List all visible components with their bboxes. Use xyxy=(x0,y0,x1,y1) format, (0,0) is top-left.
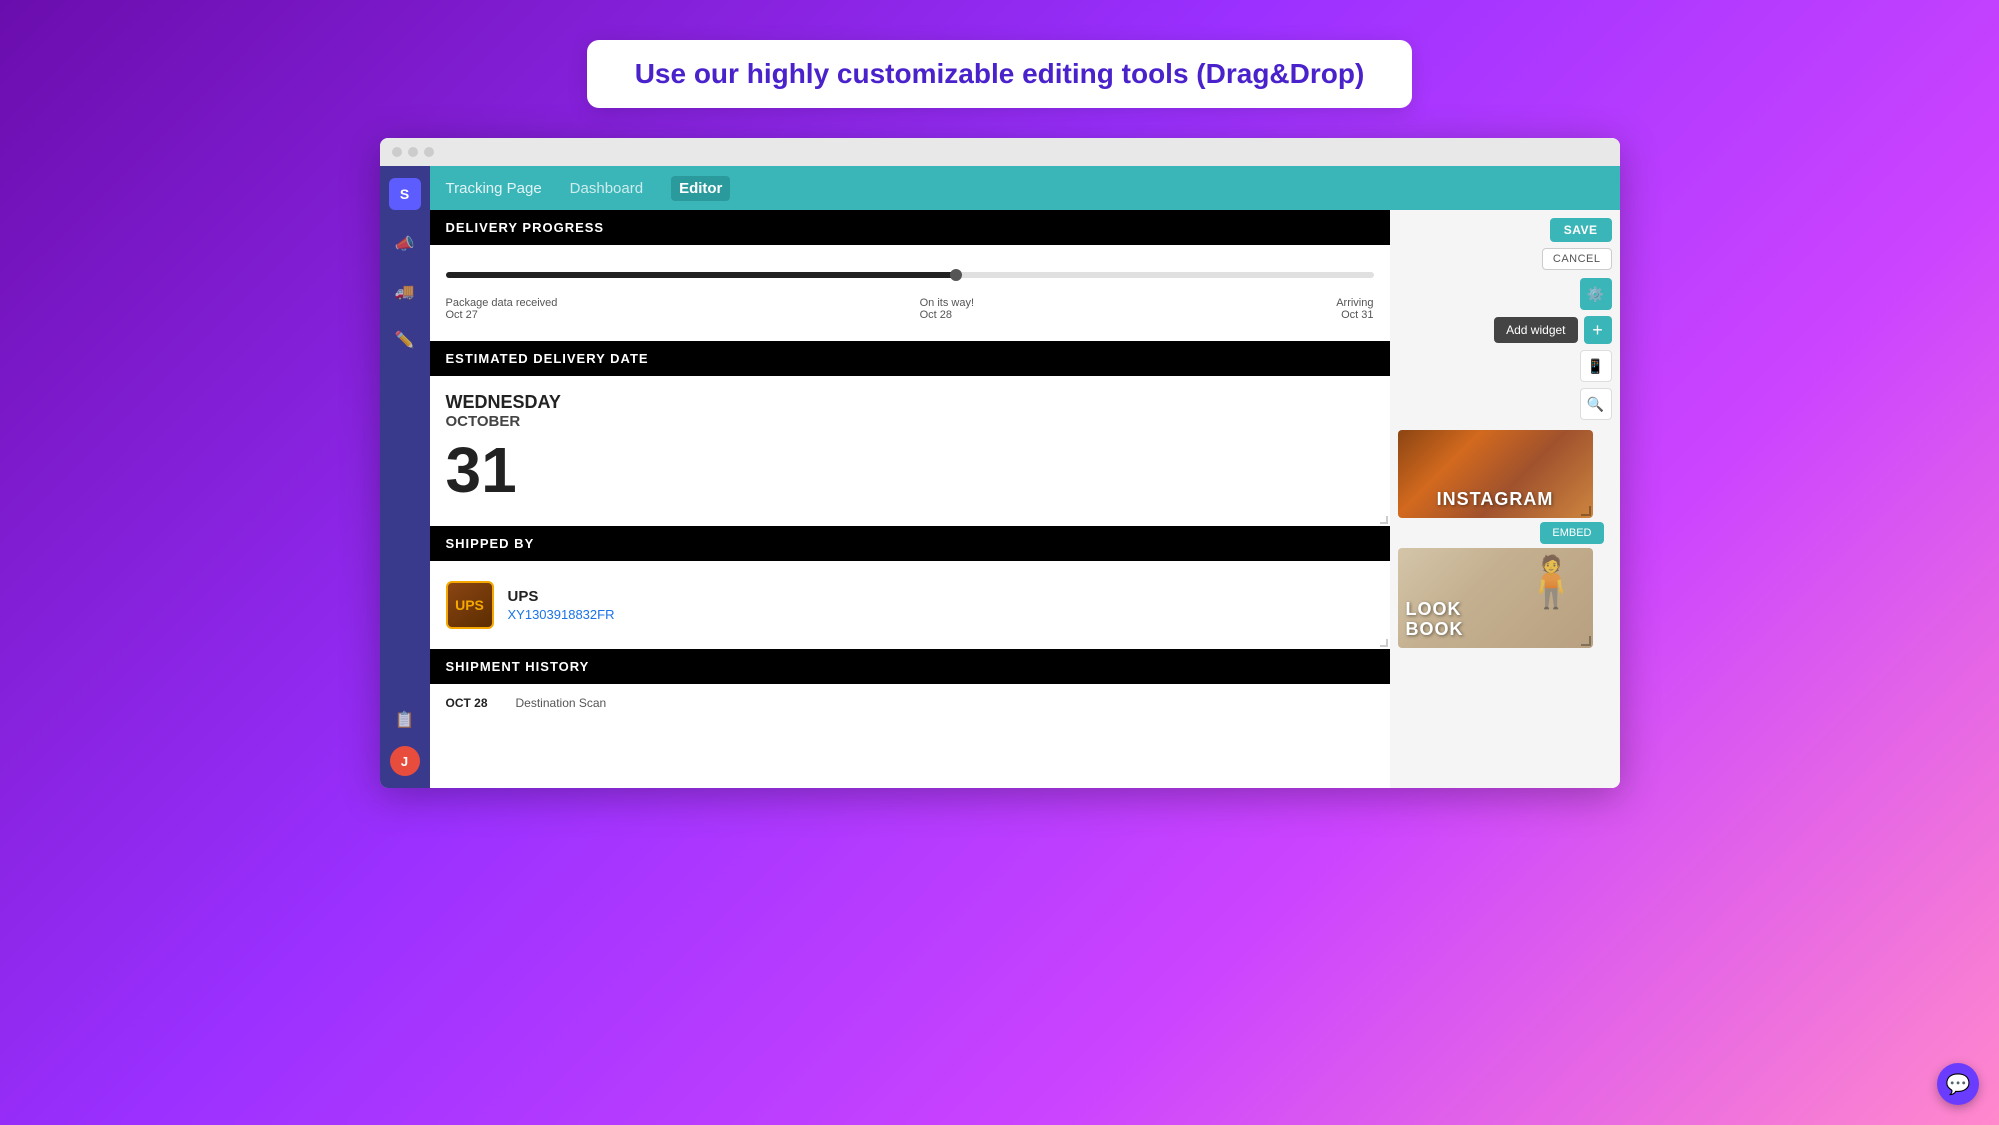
progress-label-arriving: Arriving Oct 31 xyxy=(1336,297,1373,321)
progress-step-1-date: Oct 27 xyxy=(446,309,558,321)
search-icon-button[interactable]: 🔍 xyxy=(1580,388,1612,420)
browser-chrome xyxy=(380,138,1620,166)
progress-label-onway: On its way! Oct 28 xyxy=(920,297,974,321)
instagram-label: INSTAGRAM xyxy=(1437,490,1554,510)
save-button[interactable]: SAVE xyxy=(1550,218,1612,242)
shipped-by-section: SHIPPED BY UPS UPS XY1303918832FR xyxy=(430,526,1390,649)
progress-dot xyxy=(950,269,962,281)
settings-icon-button[interactable]: ⚙️ xyxy=(1580,278,1612,310)
carrier-row: UPS UPS XY1303918832FR xyxy=(446,581,1374,629)
progress-step-2-date: Oct 28 xyxy=(920,309,974,321)
main-content: Tracking Page Dashboard Editor DELIVERY … xyxy=(430,166,1620,788)
progress-bar-fill xyxy=(446,272,956,278)
history-event: Destination Scan xyxy=(516,696,607,710)
progress-step-3-label: Arriving xyxy=(1336,297,1373,309)
progress-section: Package data received Oct 27 On its way!… xyxy=(430,245,1390,341)
more-icon-buttons: 📱 🔍 xyxy=(1390,350,1620,420)
history-section: OCT 28 Destination Scan xyxy=(430,684,1390,722)
instagram-widget[interactable]: INSTAGRAM xyxy=(1398,430,1593,518)
progress-step-2-label: On its way! xyxy=(920,297,974,309)
sidebar-logo[interactable]: S xyxy=(389,178,421,210)
delivery-date-number: 31 xyxy=(446,438,1374,502)
shipped-resize-handle[interactable] xyxy=(1380,639,1388,647)
delivery-day: WEDNESDAY xyxy=(446,392,1374,413)
right-panel: SAVE CANCEL ⚙️ Add widget + 📱 xyxy=(1390,210,1620,788)
add-widget-button[interactable]: Add widget xyxy=(1494,317,1577,343)
history-date: OCT 28 xyxy=(446,696,496,710)
ups-logo: UPS xyxy=(446,581,494,629)
mobile-preview-icon-button[interactable]: 📱 xyxy=(1580,350,1612,382)
progress-track xyxy=(446,265,1374,285)
delivery-progress-header: DELIVERY PROGRESS xyxy=(430,210,1390,245)
icon-buttons: ⚙️ xyxy=(1390,278,1620,310)
tab-dashboard[interactable]: Dashboard xyxy=(562,176,651,201)
navbar-title: Tracking Page xyxy=(446,180,542,197)
tracking-content: DELIVERY PROGRESS Package data received … xyxy=(430,210,1390,788)
lookbook-label: LOOK BOOK xyxy=(1406,600,1464,640)
add-plus-button[interactable]: + xyxy=(1584,316,1612,344)
delivery-month: OCTOBER xyxy=(446,413,1374,430)
sidebar-icon-pencil[interactable]: ✏️ xyxy=(391,326,419,354)
sidebar-icon-megaphone[interactable]: 📣 xyxy=(391,230,419,258)
estimated-delivery-section: ESTIMATED DELIVERY DATE WEDNESDAY OCTOBE… xyxy=(430,341,1390,526)
lookbook-resize-handle[interactable] xyxy=(1581,636,1591,646)
carrier-name: UPS xyxy=(508,588,615,605)
navbar: Tracking Page Dashboard Editor xyxy=(430,166,1620,210)
browser-dot-3 xyxy=(424,147,434,157)
widget-actions: SAVE CANCEL xyxy=(1390,210,1620,278)
instagram-resize-handle[interactable] xyxy=(1581,506,1591,516)
shipped-section: UPS UPS XY1303918832FR xyxy=(430,561,1390,649)
progress-labels: Package data received Oct 27 On its way!… xyxy=(446,297,1374,321)
progress-label-received: Package data received Oct 27 xyxy=(446,297,558,321)
progress-step-1-label: Package data received xyxy=(446,297,558,309)
table-row: OCT 28 Destination Scan xyxy=(446,696,1374,710)
sidebar-avatar[interactable]: J xyxy=(390,746,420,776)
shipped-by-header: SHIPPED BY xyxy=(430,526,1390,561)
progress-step-3-date: Oct 31 xyxy=(1336,309,1373,321)
browser-dot-1 xyxy=(392,147,402,157)
embed-row: EMBED xyxy=(1398,522,1612,544)
delivery-resize-handle[interactable] xyxy=(1380,516,1388,524)
sidebar-icon-truck[interactable]: 🚚 xyxy=(391,278,419,306)
shipment-history-header: SHIPMENT HISTORY xyxy=(430,649,1390,684)
embed-button[interactable]: EMBED xyxy=(1540,522,1603,544)
app-container: S 📣 🚚 ✏️ 📋 J Tracking Page Dashboard Edi… xyxy=(380,166,1620,788)
shipment-history-section: SHIPMENT HISTORY OCT 28 Destination Scan xyxy=(430,649,1390,722)
sidebar: S 📣 🚚 ✏️ 📋 J xyxy=(380,166,430,788)
chat-fab-container: 💬 xyxy=(1390,776,1620,788)
cancel-button[interactable]: CANCEL xyxy=(1542,248,1612,270)
top-banner: Use our highly customizable editing tool… xyxy=(587,40,1413,108)
estimated-delivery-header: ESTIMATED DELIVERY DATE xyxy=(430,341,1390,376)
lookbook-widget[interactable]: 🧍 LOOK BOOK xyxy=(1398,548,1593,648)
content-area: DELIVERY PROGRESS Package data received … xyxy=(430,210,1620,788)
widget-images: INSTAGRAM EMBED 🧍 LOOK BOOK xyxy=(1390,426,1620,652)
carrier-info: UPS XY1303918832FR xyxy=(508,588,615,622)
browser-dot-2 xyxy=(408,147,418,157)
sidebar-icon-book[interactable]: 📋 xyxy=(391,706,419,734)
main-window: S 📣 🚚 ✏️ 📋 J Tracking Page Dashboard Edi… xyxy=(380,138,1620,788)
sidebar-bottom: 📋 J xyxy=(390,706,420,776)
person-figure: 🧍 xyxy=(1520,553,1582,612)
delivery-section: WEDNESDAY OCTOBER 31 xyxy=(430,376,1390,526)
add-widget-row: Add widget + xyxy=(1390,310,1620,350)
banner-text: Use our highly customizable editing tool… xyxy=(635,58,1365,89)
carrier-tracking[interactable]: XY1303918832FR xyxy=(508,607,615,622)
tab-editor[interactable]: Editor xyxy=(671,176,730,201)
